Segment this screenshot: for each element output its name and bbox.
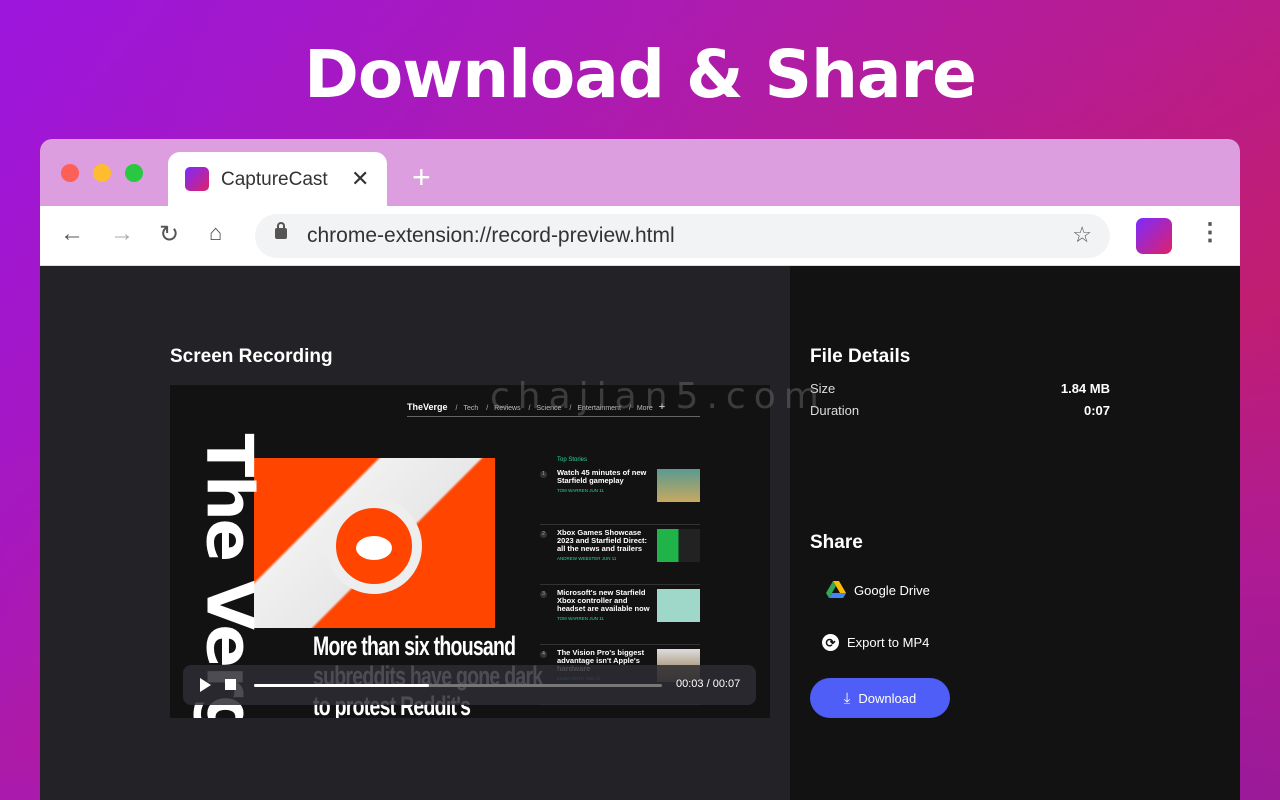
duration-row: Duration 0:07 — [810, 403, 1110, 418]
close-tab-icon[interactable]: ✕ — [351, 166, 369, 192]
more-menu-icon[interactable]: ⋮ — [1198, 218, 1222, 247]
story-thumbnail — [657, 589, 700, 622]
google-drive-icon — [826, 581, 846, 598]
minimize-window-button[interactable] — [93, 164, 111, 182]
download-button[interactable]: ⤓ Download — [810, 678, 950, 718]
reddit-logo-icon — [326, 498, 422, 594]
story-item: 3 Microsoft's new Starfield Xbox controll… — [540, 589, 700, 645]
tab-title: CaptureCast — [221, 169, 328, 190]
headline: Download & Share — [304, 36, 977, 113]
export-mp4-button[interactable]: ⟳ Export to MP4 — [822, 634, 929, 651]
site-logo: TheVerge — [407, 402, 448, 412]
file-details-title: File Details — [810, 346, 911, 367]
tab-capturecast[interactable]: CaptureCast ✕ — [168, 152, 387, 208]
stop-icon[interactable] — [225, 679, 236, 690]
browser-toolbar: ← → ↻ ⌂ chrome-extension://record-previe… — [40, 206, 1240, 266]
page-content: Screen Recording TheVerge / Tech / Reviews… — [40, 266, 1240, 800]
capturecast-extension-icon[interactable] — [1136, 218, 1172, 254]
capturecast-favicon-icon — [185, 167, 209, 191]
seek-bar[interactable] — [254, 684, 662, 687]
play-icon[interactable] — [200, 678, 211, 692]
watermark: chajian5.com — [490, 376, 827, 417]
convert-icon: ⟳ — [822, 634, 839, 651]
time-display: 00:03 / 00:07 — [676, 678, 741, 690]
section-title-recording: Screen Recording — [170, 346, 333, 367]
story-item: 2 Xbox Games Showcase 2023 and Starfield … — [540, 529, 700, 585]
download-icon: ⤓ — [843, 689, 851, 707]
close-window-button[interactable] — [61, 164, 79, 182]
reload-icon[interactable]: ↻ — [159, 220, 179, 249]
forward-icon[interactable]: → — [110, 220, 134, 248]
story-thumbnail — [657, 469, 700, 502]
maximize-window-button[interactable] — [125, 164, 143, 182]
address-bar[interactable]: chrome-extension://record-preview.html ☆ — [255, 214, 1110, 258]
top-stories-label: Top Stories — [557, 457, 588, 463]
bookmark-star-icon[interactable]: ☆ — [1072, 222, 1092, 248]
tab-strip: CaptureCast ✕ + — [40, 139, 1240, 208]
size-row: Size 1.84 MB — [810, 381, 1110, 396]
player-controls: 00:03 / 00:07 — [183, 665, 756, 705]
seek-progress — [254, 684, 430, 687]
details-panel: File Details Size 1.84 MB Duration 0:07 Sh… — [790, 266, 1240, 800]
browser-window: CaptureCast ✕ + ← → ↻ ⌂ chrome-extension… — [40, 139, 1240, 800]
recording-panel: Screen Recording TheVerge / Tech / Reviews… — [40, 266, 790, 800]
new-tab-icon[interactable]: + — [412, 159, 431, 196]
share-title: Share — [810, 532, 863, 553]
hero-image — [254, 458, 495, 628]
home-icon[interactable]: ⌂ — [209, 220, 222, 246]
story-item: 1 Watch 45 minutes of new Starfield gamep… — [540, 469, 700, 525]
nav-item: Tech — [463, 405, 479, 412]
back-icon[interactable]: ← — [60, 220, 84, 248]
url-text[interactable]: chrome-extension://record-preview.html — [307, 224, 675, 248]
video-player[interactable]: TheVerge / Tech / Reviews / Science / Entert… — [170, 385, 770, 718]
lock-icon — [275, 222, 287, 239]
google-drive-button[interactable]: Google Drive — [826, 581, 930, 599]
story-thumbnail — [657, 529, 700, 562]
